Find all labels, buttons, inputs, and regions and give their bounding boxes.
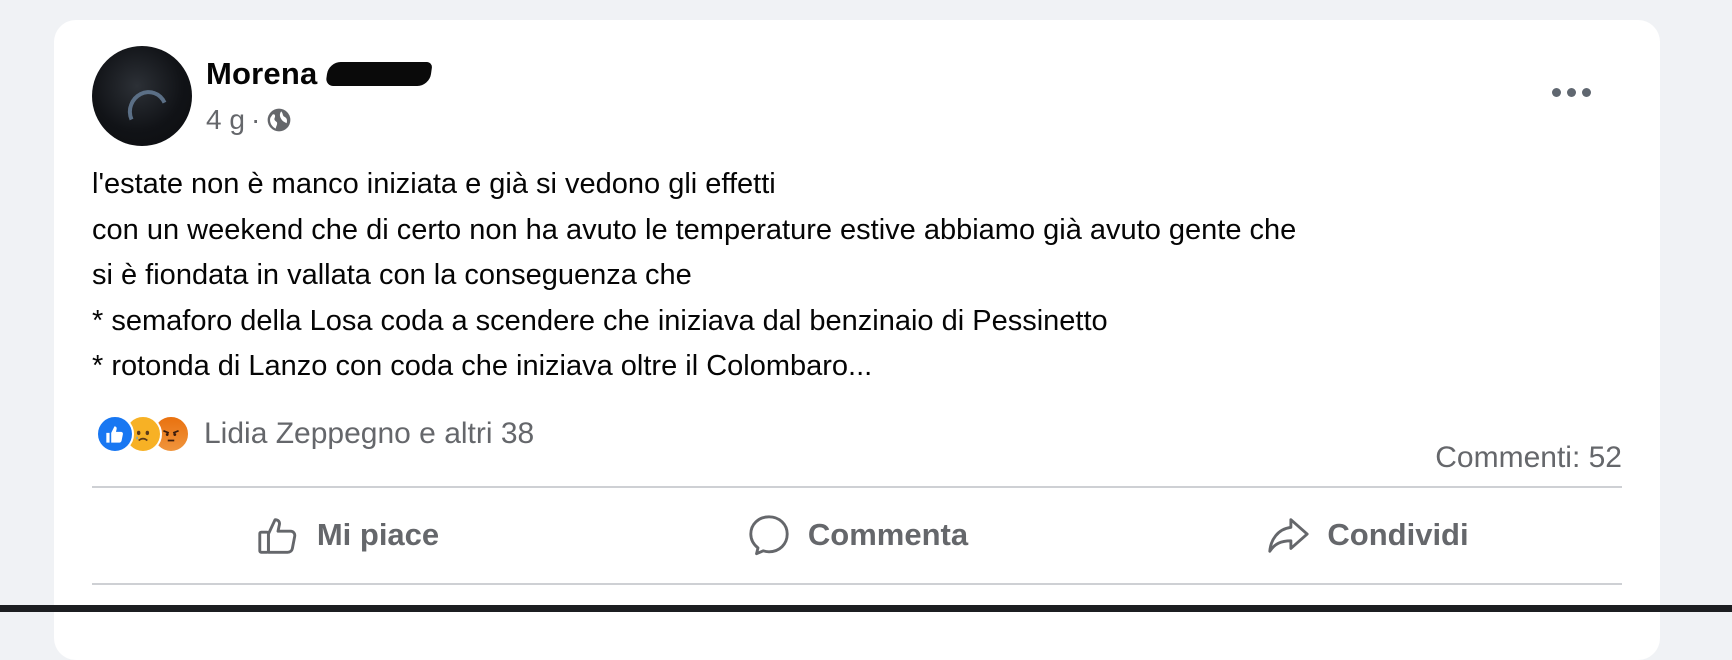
comments-count[interactable]: Commenti: 52 (1435, 438, 1622, 478)
share-button-label: Condividi (1327, 517, 1469, 552)
author-name-text[interactable]: Morena (206, 56, 317, 92)
post-meta: 4 g · (206, 104, 292, 136)
like-button[interactable]: Mi piace (92, 490, 602, 580)
avatar[interactable] (92, 46, 192, 146)
share-arrow-icon (1268, 518, 1309, 553)
dot-icon (1551, 87, 1561, 97)
like-button-label: Mi piace (316, 517, 440, 552)
more-options-button[interactable] (1546, 82, 1596, 102)
like-icon (96, 415, 134, 453)
post-card: Morena 4 g · l'estate non è manco inizia… (54, 20, 1660, 660)
post-text-line: l'estate non è manco iniziata e già si v… (92, 168, 776, 200)
post-text-line: * semaforo della Losa coda a scendere ch… (92, 304, 1108, 337)
share-button[interactable]: Condividi (1112, 490, 1622, 580)
redacted-surname (325, 62, 434, 86)
dot-icon (1581, 87, 1591, 97)
reactions-names[interactable]: Lidia Zeppegno e altri 38 (204, 417, 534, 451)
author-name[interactable]: Morena (206, 56, 434, 92)
comment-button-label: Commenta (807, 517, 969, 552)
reactions-summary[interactable]: Lidia Zeppegno e altri 38 (96, 415, 534, 453)
meta-separator: · (250, 104, 261, 135)
post-time[interactable]: 4 g (206, 104, 245, 136)
globe-icon (267, 108, 291, 132)
comment-bubble-icon (749, 515, 789, 556)
comment-button[interactable]: Commenta (602, 490, 1112, 580)
post-text-line: si è fiondata in vallata con la consegue… (92, 259, 692, 291)
post-text: l'estate non è manco iniziata e già si v… (92, 162, 1632, 390)
bottom-edge (0, 605, 1732, 612)
action-bar: Mi piace Commenta Condividi (92, 490, 1622, 580)
post-text-line: con un weekend che di certo non ha avuto… (92, 213, 1297, 246)
dot-icon (1566, 87, 1576, 97)
divider (92, 583, 1622, 585)
thumbs-up-icon (258, 518, 297, 554)
divider (92, 486, 1622, 488)
post-text-line: * rotonda di Lanzo con coda che iniziava… (92, 350, 873, 382)
